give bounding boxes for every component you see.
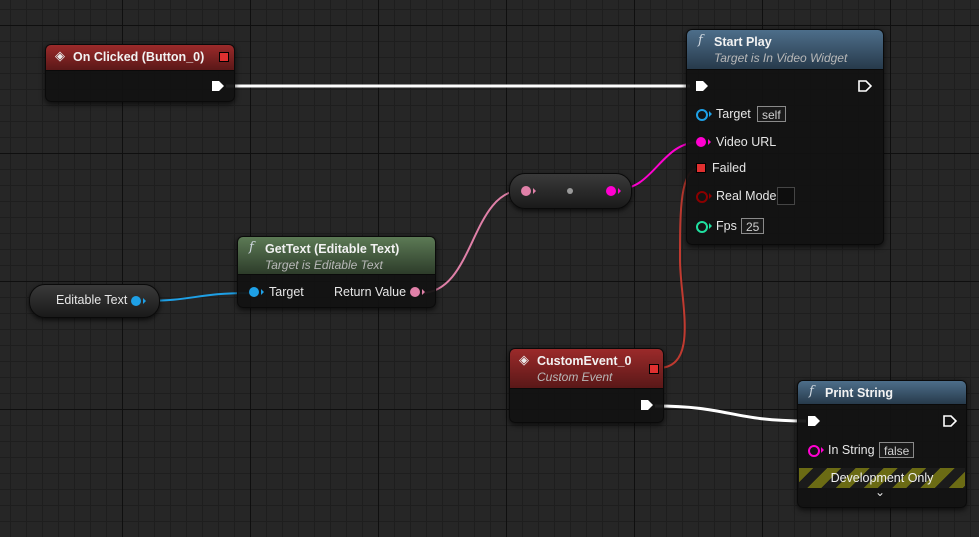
node-header: ◈ CustomEvent_0 Custom Event [510,349,663,389]
pin-arrow [618,188,621,194]
delegate-output-pin[interactable] [649,364,659,374]
variable-label: Editable Text [56,293,128,307]
exec-wire-customevent-to-printstring[interactable] [654,404,807,423]
pin-arrow [422,289,425,295]
target-self-field[interactable]: self [757,106,786,122]
string-output-pin[interactable] [606,186,616,196]
pin-arrow [709,193,712,199]
editable-text-variable-node[interactable]: Editable Text [29,284,160,318]
exec-input-pin[interactable] [807,415,821,427]
node-subtitle: Target is Editable Text [265,258,383,272]
text-wire-gettext-to-conversion[interactable] [420,189,524,294]
exec-input-pin[interactable] [695,80,709,92]
event-diamond-icon: ◈ [55,48,65,63]
pin-arrow [821,447,824,453]
start-play-function-node[interactable]: f Start Play Target is In Video Widget T… [686,29,884,245]
real-mode-pin-icon[interactable] [696,191,708,203]
text-to-string-conversion-node[interactable] [509,173,632,209]
pin-arrow [261,289,264,295]
function-icon: f [249,240,254,255]
node-title: Start Play [714,35,772,49]
target-pin-label: Target [269,285,304,299]
exec-output-pin[interactable] [640,399,654,411]
video-url-pin-label: Video URL [716,135,777,149]
node-header: f Start Play Target is In Video Widget [687,30,883,70]
pin-arrow [708,139,711,145]
print-string-function-node[interactable]: f Print String In String false Developme… [797,380,967,508]
text-input-pin[interactable] [521,186,531,196]
pin-arrow [143,298,146,304]
failed-pin-label: Failed [712,161,747,175]
failed-delegate-pin[interactable] [696,163,706,173]
real-mode-pin-label: Real Mode [716,189,777,203]
node-subtitle: Custom Event [537,370,613,384]
fps-pin-label: Fps [716,219,737,233]
in-string-pin-icon[interactable] [808,445,820,457]
function-icon: f [698,33,703,48]
pin-arrow [709,111,712,117]
in-string-pin-label: In String [828,443,875,457]
custom-event-node[interactable]: ◈ CustomEvent_0 Custom Event [509,348,664,423]
fps-value-field[interactable]: 25 [741,218,765,234]
exec-output-pin[interactable] [943,415,957,427]
pin-arrow [709,223,712,229]
fps-pin-icon[interactable] [696,221,708,233]
event-diamond-icon: ◈ [519,352,529,367]
video-url-pin-icon[interactable] [696,137,706,147]
pin-arrow [533,188,536,194]
node-header: f Print String [798,381,966,405]
object-output-pin[interactable] [131,296,141,306]
return-value-pin-label: Return Value [334,285,407,299]
in-string-value-field[interactable]: false [879,442,915,458]
node-header: ◈ On Clicked (Button_0) [46,45,234,71]
target-pin-label: Target [716,107,751,121]
target-pin-icon[interactable] [696,109,708,121]
conversion-center-dot [567,188,573,194]
node-title: CustomEvent_0 [537,354,632,368]
exec-output-pin[interactable] [211,80,225,92]
real-mode-checkbox[interactable] [777,187,795,205]
node-header: f GetText (Editable Text) Target is Edit… [238,237,435,275]
node-subtitle: Target is In Video Widget [714,51,848,65]
exec-output-pin[interactable] [858,80,872,92]
node-title: On Clicked (Button_0) [73,50,205,64]
return-value-output-pin[interactable] [410,287,420,297]
delegate-output-pin[interactable] [219,52,229,62]
on-clicked-event-node[interactable]: ◈ On Clicked (Button_0) [45,44,235,102]
function-icon: f [809,384,814,399]
get-text-function-node[interactable]: f GetText (Editable Text) Target is Edit… [237,236,436,308]
target-input-pin[interactable] [249,287,259,297]
node-title: GetText (Editable Text) [265,242,400,256]
development-only-label: Development Only [830,471,934,485]
chevron-down-icon[interactable]: ⌄ [875,485,885,499]
node-title: Print String [825,386,894,400]
